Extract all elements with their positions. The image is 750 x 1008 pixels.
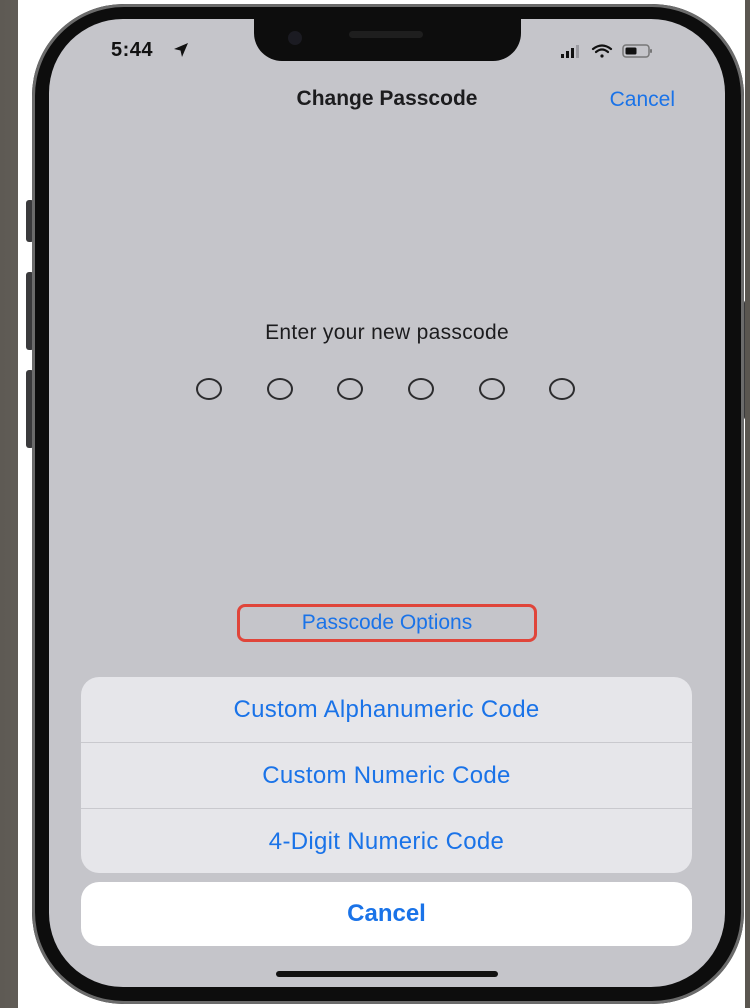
- status-icons: [561, 44, 652, 58]
- front-camera: [288, 31, 302, 45]
- earpiece-speaker: [349, 31, 423, 38]
- status-time: 5:44: [111, 39, 154, 61]
- passcode-options-button[interactable]: Passcode Options: [237, 604, 537, 642]
- option-custom-numeric-code[interactable]: Custom Numeric Code: [81, 743, 692, 809]
- option-custom-alphanumeric-code[interactable]: Custom Alphanumeric Code: [81, 677, 692, 743]
- passcode-dot: [408, 378, 434, 400]
- cellular-signal-icon: [561, 45, 579, 58]
- notch: [254, 19, 521, 61]
- option-4-digit-numeric-code[interactable]: 4-Digit Numeric Code: [81, 809, 692, 873]
- passcode-dot: [196, 378, 222, 400]
- nav-cancel-button[interactable]: Cancel: [610, 88, 675, 112]
- passcode-dot: [549, 378, 575, 400]
- passcode-prompt: Enter your new passcode: [265, 321, 509, 344]
- home-indicator[interactable]: [276, 971, 498, 977]
- location-arrow-icon: [174, 43, 188, 57]
- passcode-dot: [337, 378, 363, 400]
- wifi-icon: [591, 44, 613, 58]
- action-sheet: Custom Alphanumeric Code Custom Numeric …: [81, 677, 692, 873]
- phone-screen: 5:44 Change Passcode Cancel Enter your n…: [49, 19, 725, 987]
- action-sheet-cancel-button[interactable]: Cancel: [81, 882, 692, 946]
- passcode-dot: [479, 378, 505, 400]
- passcode-dot: [267, 378, 293, 400]
- battery-icon: [622, 44, 652, 58]
